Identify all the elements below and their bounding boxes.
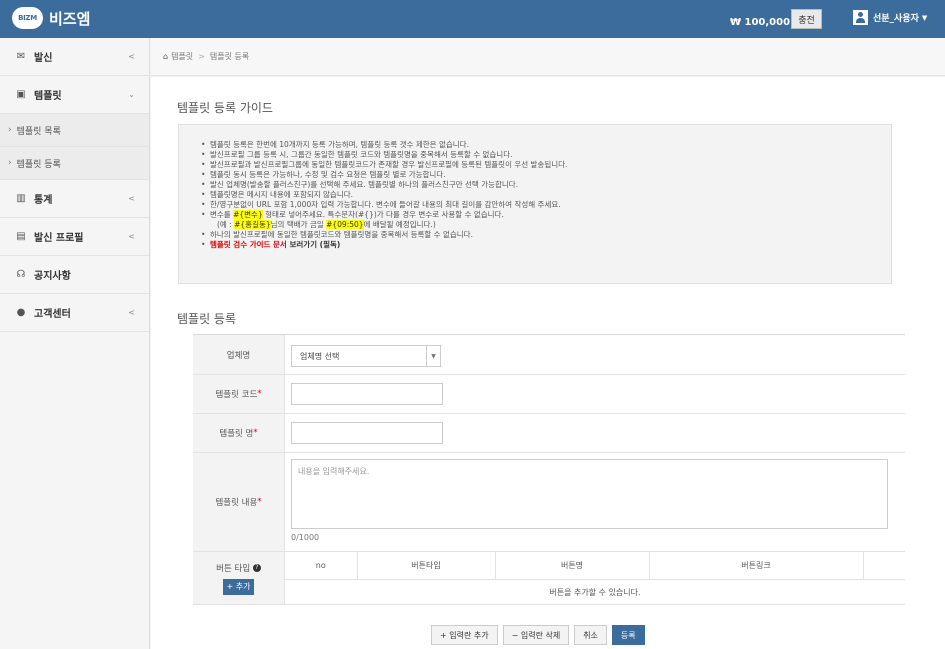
breadcrumb-separator: > xyxy=(198,52,205,61)
form-row-content: 템플릿 내용 * 내용을 입력해주세요. 0/1000 xyxy=(193,453,905,552)
form-row-name: 템플릿 명 * xyxy=(193,414,905,453)
top-bar: BIZM 비즈엠 ₩ 100,000 원 충전 선분_사용자 ▼ xyxy=(0,0,945,38)
cancel-button[interactable]: 취소 xyxy=(574,625,607,645)
button-type-label: 버튼 타입 ? xyxy=(216,562,261,574)
guide-line: 발신프로필 그룹 등록 시, 그룹간 동일한 템플릿 코드와 템플릿명을 중복해… xyxy=(201,150,891,160)
sidebar-item-notice[interactable]: ☊ 공지사항 xyxy=(0,256,149,294)
company-label: 업체명 xyxy=(193,335,285,374)
home-icon: ⌂ xyxy=(163,52,169,61)
variable-highlight: #{변수} xyxy=(233,210,263,219)
sidebar-item-label: 고객센터 xyxy=(34,309,71,320)
col-blank xyxy=(863,552,905,580)
company-select[interactable]: 업체명 선택 ▼ xyxy=(291,345,441,367)
question-icon[interactable]: ? xyxy=(252,564,261,572)
sidebar-item-sender-profile[interactable]: ▤ 발신 프로필 < xyxy=(0,218,149,256)
form-row-code: 템플릿 코드 * xyxy=(193,375,905,414)
col-no: no xyxy=(285,552,358,580)
guide-example-line: (예 : #{홍길동}님의 택배가 금일 #{09:50}에 배달될 예정입니다… xyxy=(217,220,436,229)
chevron-down-icon: ⌄ xyxy=(128,90,135,99)
angle-right-icon: › xyxy=(8,125,12,135)
angle-right-icon: › xyxy=(8,158,12,168)
sidebar-item-label: 공지사항 xyxy=(34,271,71,282)
add-button[interactable]: + 추가 xyxy=(223,578,254,595)
col-button-name: 버튼명 xyxy=(495,552,650,580)
col-button-type: 버튼타입 xyxy=(357,552,496,580)
guide-line: 발신 업체명(발송할 플러스친구)를 선택해 주세요. 템플릿별 하나의 플러스… xyxy=(201,180,891,190)
main-content: 템플릿 등록 가이드 템플릿 등록은 한번에 10개까지 등록 가능하며, 템플… xyxy=(151,77,945,649)
button-type-cell: 버튼 타입 ? + 추가 xyxy=(193,552,285,604)
dropdown-icon: ▼ xyxy=(426,346,440,366)
guide-line: 템플릿명은 메시지 내용에 포함되지 않습니다. xyxy=(201,190,891,200)
sidebar: ✉ 발신 < ▣ 템플릿 ⌄ › 템플릿 목록 › 템플릿 등록 ▥ 통계 < … xyxy=(0,38,150,649)
image-icon: ▣ xyxy=(16,89,26,100)
breadcrumb-current: 템플릿 등록 xyxy=(209,52,250,61)
user-icon xyxy=(853,10,868,25)
template-content-textarea[interactable]: 내용을 입력해주세요. xyxy=(291,459,888,529)
template-name-input[interactable] xyxy=(291,422,443,444)
sidebar-item-label: 발신 프로필 xyxy=(34,233,84,244)
empty-message: 버튼을 추가할 수 있습니다. xyxy=(549,587,641,597)
add-row-button[interactable]: + 입력란 추가 xyxy=(431,625,498,645)
form-row-company: 업체명 업체명 선택 ▼ xyxy=(193,335,905,375)
chevron-left-icon: < xyxy=(128,232,135,241)
logo-badge: BIZM xyxy=(12,7,43,29)
sidebar-item-label: 템플릿 xyxy=(34,91,62,102)
chevron-left-icon: < xyxy=(128,308,135,317)
col-button-link: 버튼링크 xyxy=(649,552,864,580)
template-form: 업체명 업체명 선택 ▼ 템플릿 코드 * 템플릿 명 * 템플릿 내용 * 내용을 … xyxy=(193,334,905,605)
guide-line: 발신프로필과 발신프로필그룹에 동일한 템플릿코드가 존재할 경우 발신프로필에… xyxy=(201,160,891,170)
caret-down-icon: ▼ xyxy=(921,13,928,22)
delete-row-button[interactable]: − 입력란 삭제 xyxy=(502,625,570,645)
bar-chart-icon: ▥ xyxy=(16,193,26,204)
char-count: 0/1000 xyxy=(291,533,320,542)
template-code-input[interactable] xyxy=(291,383,443,405)
chevron-left-icon: < xyxy=(128,52,135,61)
chat-icon: ● xyxy=(16,307,26,318)
chevron-left-icon: < xyxy=(128,194,135,203)
sidebar-item-support[interactable]: ● 고객센터 < xyxy=(0,294,149,332)
copy-icon: ▤ xyxy=(16,231,26,242)
guide-link-line[interactable]: 템플릿 검수 가이드 문서 보러가기 (필독) xyxy=(201,240,891,250)
user-menu[interactable]: 선분_사용자 ▼ xyxy=(853,10,927,25)
guide-box: 템플릿 등록은 한번에 10개까지 등록 가능하며, 템플릿 등록 갯수 제한은… xyxy=(178,124,892,284)
sidebar-subitem-template-register[interactable]: › 템플릿 등록 xyxy=(0,147,149,180)
guide-list: 템플릿 등록은 한번에 10개까지 등록 가능하며, 템플릿 등록 갯수 제한은… xyxy=(201,140,891,250)
template-content-label: 템플릿 내용 * xyxy=(193,453,285,551)
action-bar: + 입력란 추가 − 입력란 삭제 취소 등록 xyxy=(431,625,650,645)
sidebar-item-stats[interactable]: ▥ 통계 < xyxy=(0,180,149,218)
variable-highlight: #{홍길동} xyxy=(234,220,271,229)
guide-title: 템플릿 등록 가이드 xyxy=(177,101,273,115)
envelope-icon: ✉ xyxy=(16,51,26,62)
logo[interactable]: BIZM 비즈엠 xyxy=(12,7,90,29)
template-code-label: 템플릿 코드 * xyxy=(193,375,285,413)
sidebar-subitem-template-list[interactable]: › 템플릿 목록 xyxy=(0,114,149,147)
user-name: 선분_사용자 xyxy=(873,14,919,24)
form-row-buttons: 버튼 타입 ? + 추가 no 버튼타입 버튼명 버튼링크 버튼을 추가할 수 … xyxy=(193,552,905,605)
register-title: 템플릿 등록 xyxy=(177,312,237,326)
submit-button[interactable]: 등록 xyxy=(611,625,645,645)
guide-line: 하나의 발신프로필에 동일한 템플릿코드와 템플릿명을 중복해서 등록할 수 없… xyxy=(201,230,891,240)
charge-button[interactable]: 충전 xyxy=(791,9,822,29)
breadcrumb-home[interactable]: 템플릿 xyxy=(171,51,193,62)
app-name: 비즈엠 xyxy=(49,9,91,28)
guide-doc-link[interactable]: 템플릿 검수 가이드 문서 xyxy=(210,240,287,249)
guide-variable-line: 변수를 #{변수} 형태로 넣어주세요. 특수문자(#{})가 다를 경우 변수… xyxy=(201,210,891,220)
sidebar-subitem-label: 템플릿 등록 xyxy=(16,159,61,170)
sidebar-item-label: 통계 xyxy=(34,195,53,206)
sidebar-item-label: 발신 xyxy=(34,53,53,64)
breadcrumb: ⌂ 템플릿 > 템플릿 등록 xyxy=(151,38,945,76)
sidebar-item-send[interactable]: ✉ 발신 < xyxy=(0,38,149,76)
guide-line: 한/영구분없이 URL 포함 1,000자 입력 가능합니다. 변수에 들어갈 … xyxy=(201,200,891,210)
guide-line: 템플릿 동시 등록은 가능하나, 수정 및 검수 요청은 템플릿 별로 가능합니… xyxy=(201,170,891,180)
variable-highlight: #{09:50} xyxy=(326,220,364,229)
template-name-label: 템플릿 명 * xyxy=(193,414,285,452)
button-table: no 버튼타입 버튼명 버튼링크 버튼을 추가할 수 있습니다. xyxy=(285,552,905,605)
headset-icon: ☊ xyxy=(16,269,26,280)
guide-line: 템플릿 등록은 한번에 10개까지 등록 가능하며, 템플릿 등록 갯수 제한은… xyxy=(201,140,891,150)
sidebar-subitem-label: 템플릿 목록 xyxy=(16,126,61,137)
sidebar-item-template[interactable]: ▣ 템플릿 ⌄ xyxy=(0,76,149,114)
